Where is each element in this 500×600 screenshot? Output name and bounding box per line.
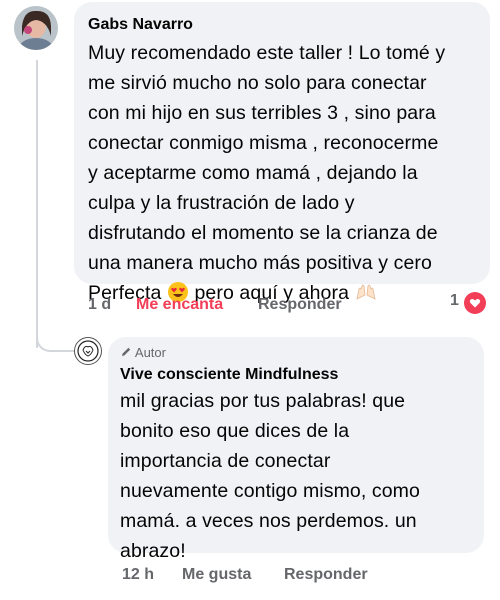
reply-reply-button[interactable]: Responder (284, 566, 368, 584)
author-badge: Autor (120, 345, 166, 360)
comment-line: y aceptarme como mamá , dejando la (88, 162, 418, 184)
reply-line: mamá. a veces nos perdemos. un (120, 510, 417, 532)
reply-time[interactable]: 12 h (122, 566, 154, 584)
comment-line: disfrutando el momento se la crianza de (88, 222, 438, 244)
comment-line: culpa y la frustración de lado y (88, 192, 355, 214)
reply-author[interactable]: Vive consciente Mindfulness (120, 366, 338, 384)
reply-text: mil gracias por tus palabras! que bonito… (120, 386, 420, 566)
reply-line: mil gracias por tus palabras! que (120, 390, 406, 412)
thread-line (36, 60, 38, 348)
avatar[interactable] (14, 6, 58, 50)
thread-connector (36, 318, 76, 352)
comment-text: Muy recomendado este taller ! Lo tomé y … (88, 38, 445, 308)
reply-line: bonito eso que dices de la (120, 420, 350, 442)
comment-line: con mi hijo en sus terribles 3 , sino pa… (88, 102, 436, 124)
author-badge-label: Autor (134, 345, 166, 360)
reply-line: importancia de conectar (120, 450, 331, 472)
comment-line: conectar conmigo misma , reconocerme (88, 132, 439, 154)
comment-time[interactable]: 1 d (88, 296, 111, 314)
reply-line: abrazo! (120, 540, 186, 562)
reaction-count[interactable]: 1 (450, 292, 459, 310)
comment-line: Muy recomendado este taller ! Lo tomé y (88, 42, 446, 64)
raising-hands-emoji-icon (355, 281, 377, 303)
reply-line: nuevamente contigo mismo, como (120, 480, 420, 502)
comment-line: una manera mucho más positiva y cero (88, 252, 432, 274)
comment-author[interactable]: Gabs Navarro (88, 16, 193, 34)
page-avatar[interactable] (74, 337, 102, 365)
love-reaction-button[interactable]: Me encanta (136, 296, 223, 314)
heart-reaction-icon[interactable] (464, 292, 486, 314)
reply-button[interactable]: Responder (258, 296, 342, 314)
pencil-icon (120, 345, 135, 360)
like-button[interactable]: Me gusta (182, 566, 251, 584)
comment-line: me sirvió mucho no solo para conectar (88, 72, 427, 94)
